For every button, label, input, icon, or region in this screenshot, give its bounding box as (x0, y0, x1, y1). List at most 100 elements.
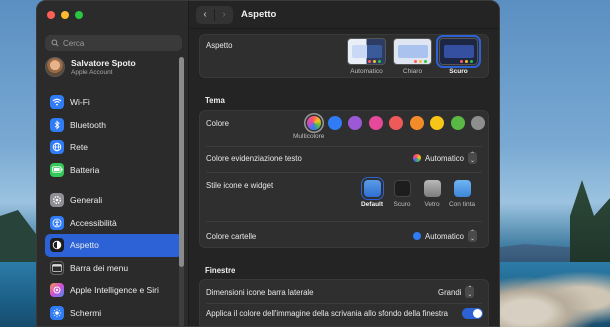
close-button[interactable] (47, 11, 55, 19)
sidebar-item-apple-intelligence-e-siri[interactable]: Apple Intelligence e Siri (45, 279, 182, 302)
sidebar-item-label: Wi-Fi (70, 97, 90, 108)
icon-style-options: Default Scuro Vetro Con tinta (360, 177, 476, 208)
icon-style-label-text: Vetro (424, 201, 440, 208)
swatch-blue[interactable] (327, 116, 342, 130)
accessibility-icon (50, 215, 64, 230)
sidebar-icon-size-value: Grandi (438, 287, 462, 297)
siri-icon (50, 283, 64, 298)
sidebar-item-aspetto[interactable]: Aspetto (45, 234, 182, 257)
sidebar-item-schermi[interactable]: Schermi (45, 302, 182, 325)
network-icon (50, 140, 64, 155)
sidebar-item-label: Aspetto (70, 240, 99, 251)
appearance-option-chiaro[interactable]: Chiaro (393, 38, 432, 75)
swatch-multicolor[interactable] (307, 116, 321, 130)
sidebar-item-rete[interactable]: Rete (45, 136, 182, 159)
swatch-red[interactable] (389, 116, 403, 130)
sidebar-item-bluetooth[interactable]: Bluetooth (45, 114, 182, 137)
appearance-option-automatico[interactable]: Automatico (347, 38, 386, 75)
weather-icon (360, 177, 384, 200)
sidebar-item-label: Bluetooth (70, 119, 106, 130)
sidebar-item-generali[interactable]: Generali (45, 189, 182, 212)
scrollbar-thumb[interactable] (179, 57, 184, 267)
menubar-icon (50, 260, 64, 275)
highlight-color-popup[interactable]: Automatico ⌃ ⌄ (413, 152, 478, 164)
chevron-updown-icon: ⌃ ⌄ (468, 230, 478, 242)
icon-style-con-tinta[interactable]: Con tinta (448, 180, 476, 208)
swatch-pink[interactable] (368, 116, 383, 130)
windows-panel: Dimensioni icone barra laterale Grandi ⌃… (199, 279, 489, 326)
sidebar: Cerca Salvatore Spoto Apple Account Wi-F… (37, 1, 189, 326)
appearance-option-label: Scuro (449, 68, 468, 75)
sidebar-scrollbar[interactable] (179, 57, 184, 326)
section-title-finestre: Finestre (205, 266, 236, 275)
blue-dot-icon (413, 232, 421, 240)
sidebar-item-label: Apple Intelligence e Siri (70, 285, 159, 296)
chevron-left-icon: ‹ (203, 9, 207, 20)
settings-window: Cerca Salvatore Spoto Apple Account Wi-F… (36, 0, 500, 327)
icon-style-label-text: Scuro (393, 201, 411, 208)
sidebar-icon-size-popup[interactable]: Grandi ⌃ ⌄ (438, 286, 475, 298)
multicolor-caption: Multicolore (293, 133, 325, 140)
toolbar: ‹ › Aspetto (190, 1, 499, 29)
sidebar-icon-size-label: Dimensioni icone barra laterale (206, 287, 314, 297)
folder-color-popup[interactable]: Automatico ⌃ ⌄ (413, 230, 478, 242)
chevron-updown-icon: ⌃ ⌄ (465, 286, 475, 298)
sidebar-item-accessibilita[interactable]: Accessibilità (45, 212, 182, 235)
minimize-button[interactable] (61, 11, 69, 19)
navigation-buttons: ‹ › (196, 5, 233, 24)
swatch-purple[interactable] (348, 116, 362, 130)
search-placeholder: Cerca (63, 38, 85, 48)
bluetooth-icon (50, 117, 64, 132)
icon-style-default[interactable]: Default (360, 177, 384, 208)
apple-account[interactable]: Salvatore Spoto Apple Account (45, 57, 136, 77)
appearance-thumbnail-automatico (347, 38, 386, 65)
sidebar-list: Wi-Fi Bluetooth Rete Batteria Generali A… (45, 91, 182, 324)
accent-color-swatches (307, 116, 485, 130)
icon-style-label-text: Con tinta (448, 201, 476, 208)
weather-icon (393, 180, 411, 197)
page-title: Aspetto (241, 9, 277, 20)
icon-style-vetro[interactable]: Vetro (421, 180, 443, 208)
highlight-color-value: Automatico (425, 153, 465, 163)
weather-icon (423, 180, 441, 197)
swatch-green[interactable] (450, 116, 465, 130)
wallpaper-tint-toggle[interactable] (462, 308, 483, 319)
appearance-label: Aspetto (206, 40, 233, 50)
sidebar-item-barra-dei-menu[interactable]: Barra dei menu (45, 257, 182, 280)
swatch-orange[interactable] (409, 116, 424, 130)
search-input[interactable]: Cerca (45, 35, 182, 51)
zoom-button[interactable] (75, 11, 83, 19)
appearance-panel: Aspetto Automatico Chiaro Scuro (199, 34, 489, 78)
chevron-right-icon: › (222, 9, 226, 20)
account-subtitle: Apple Account (71, 69, 113, 76)
account-name: Salvatore Spoto (71, 58, 136, 68)
display-icon (50, 305, 64, 320)
sidebar-item-batteria[interactable]: Batteria (45, 159, 182, 182)
sidebar-item-label: Accessibilità (70, 217, 117, 228)
theme-panel: Colore Multicolore Colore evidenziazione… (199, 110, 489, 248)
appearance-thumbnail-chiaro (393, 38, 432, 65)
search-icon (51, 39, 59, 47)
sidebar-item-label: Rete (70, 142, 88, 153)
sidebar-item-label: Generali (70, 195, 103, 206)
appearance-option-label: Automatico (350, 68, 383, 75)
wallpaper-tint-label: Applica il colore dell'immagine della sc… (206, 308, 449, 318)
main-content: ‹ › Aspetto Aspetto Automatico Chiaro Sc… (190, 1, 499, 326)
sidebar-item-label: Barra dei menu (70, 262, 129, 273)
swatch-yellow[interactable] (430, 116, 444, 130)
icon-style-scuro[interactable]: Scuro (391, 180, 413, 208)
section-title-tema: Tema (205, 96, 225, 105)
appearance-options: Automatico Chiaro Scuro (347, 35, 481, 75)
weather-icon (453, 180, 471, 197)
appearance-option-scuro[interactable]: Scuro (436, 35, 481, 75)
battery-icon (50, 162, 64, 177)
sidebar-item-label: Schermi (70, 307, 102, 318)
swatch-graphite[interactable] (471, 116, 485, 130)
appearance-icon (50, 238, 64, 253)
forward-button[interactable]: › (215, 6, 233, 24)
folder-color-label: Colore cartelle (206, 231, 257, 241)
icon-style-label: Stile icone e widget (206, 180, 274, 190)
toggle-knob (473, 309, 482, 318)
back-button[interactable]: ‹ (196, 6, 214, 24)
sidebar-item-wifi[interactable]: Wi-Fi (45, 91, 182, 114)
